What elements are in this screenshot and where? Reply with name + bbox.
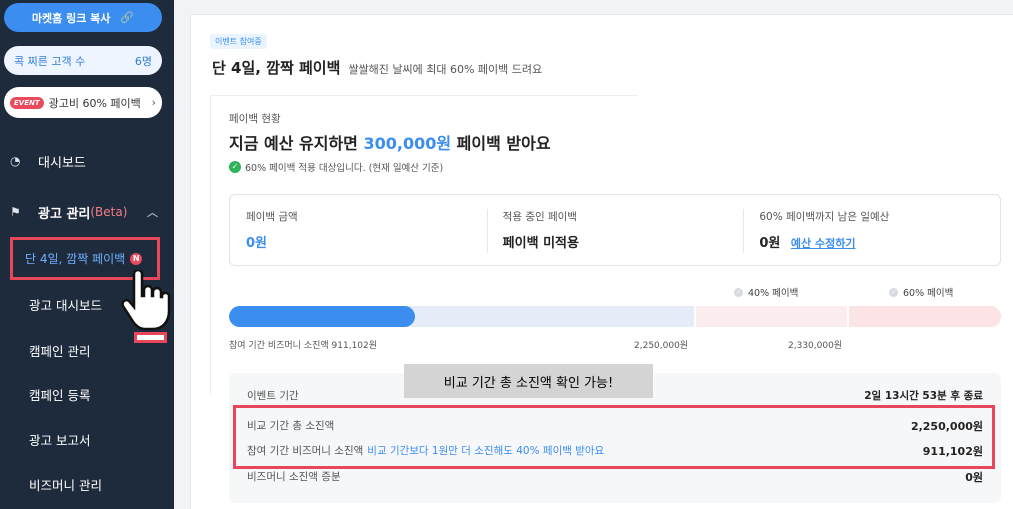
event-payback-button[interactable]: EVENT 광고비 60% 페이백 › xyxy=(4,87,162,118)
sidebar-item-dashboard[interactable]: ◔ 대시보드 xyxy=(0,150,174,172)
row-spend-increase: 비즈머니 소진액 증분 0원 xyxy=(247,469,983,485)
event-badge: EVENT xyxy=(10,96,44,109)
tier-40-label: ✓ 40% 페이백 xyxy=(734,285,798,299)
card-left-border xyxy=(210,95,211,395)
chevron-right-icon: › xyxy=(151,96,156,109)
link-icon: 🔗 xyxy=(120,11,135,24)
payback-headline: 지금 예산 유지하면 300,000원 페이백 받아요 xyxy=(229,130,551,154)
copy-market-link-button[interactable]: 마켓홈 링크 복사 🔗 xyxy=(4,3,162,32)
copy-link-label: 마켓홈 링크 복사 xyxy=(31,11,111,25)
ad-management-label: 광고 관리 xyxy=(38,206,91,222)
row-value: 0원 xyxy=(965,471,983,484)
highlight-box xyxy=(233,405,995,469)
headline-prefix: 지금 예산 유지하면 xyxy=(229,134,364,153)
campaign-management-label: 캠페인 관리 xyxy=(29,343,91,359)
cursor-highlight-bar xyxy=(134,332,167,343)
progress-segment-60 xyxy=(847,306,1001,327)
customers-label: 콕 찌른 고객 수 xyxy=(14,54,86,68)
payback-stats: 페이백 금액 0원 적용 중인 페이백 페이백 미적용 60% 페이백까지 남은… xyxy=(229,194,1001,266)
check-circle-icon: ✓ xyxy=(229,161,241,173)
sidebar-item-campaign-register[interactable]: 캠페인 등록 xyxy=(0,383,174,405)
check-circle-icon: ✓ xyxy=(734,287,743,297)
page-subtitle: 쌀쌀해진 날씨에 최대 60% 페이백 드려요 xyxy=(348,63,543,76)
divider xyxy=(174,0,184,509)
stat-applied-payback: 적용 중인 페이백 페이백 미적용 xyxy=(486,195,744,265)
progress-segment-base xyxy=(229,306,694,327)
stat-label: 적용 중인 페이백 xyxy=(502,211,577,223)
bizmoney-label: 비즈머니 관리 xyxy=(29,477,102,493)
eligibility-note: ✓ 60% 페이백 적용 대상입니다. (현재 일예산 기준) xyxy=(229,160,443,174)
card-top-border xyxy=(210,95,638,96)
payback-status-label: 페이백 현황 xyxy=(229,113,281,125)
progress-mark-60: 2,330,000원 xyxy=(788,341,843,351)
progress-segment-40 xyxy=(694,306,847,327)
stat-payback-amount: 페이백 금액 0원 xyxy=(230,195,487,265)
tier-40-text: 40% 페이백 xyxy=(748,288,799,299)
customers-count: 6명 xyxy=(134,54,152,68)
check-circle-icon: ✓ xyxy=(889,287,898,297)
row-value: 2일 13시간 53분 후 종료 xyxy=(864,390,983,402)
customers-count-button[interactable]: 콕 찌른 고객 수 6명 xyxy=(4,46,162,75)
campaign-register-label: 캠페인 등록 xyxy=(29,387,91,403)
ad-report-label: 광고 보고서 xyxy=(29,432,91,448)
event-status-tag: 이벤트 참여중 xyxy=(210,34,267,49)
event-label: 광고비 60% 페이백 xyxy=(48,96,141,110)
stat-remaining-budget: 60% 페이백까지 남은 일예산 0원 예산 수정하기 xyxy=(743,195,1000,265)
callout-tooltip: 비교 기간 총 소진액 확인 가능! xyxy=(404,364,653,398)
dashboard-label: 대시보드 xyxy=(38,155,86,171)
stat-label: 60% 페이백까지 남은 일예산 xyxy=(759,211,890,223)
ad-dashboard-label: 광고 대시보드 xyxy=(29,297,102,313)
chevron-up-icon: ︿ xyxy=(147,206,158,219)
flag-icon: ⚑ xyxy=(10,205,21,219)
beta-label: (Beta) xyxy=(90,205,128,219)
edit-budget-link[interactable]: 예산 수정하기 xyxy=(791,237,856,250)
title-text: 단 4일, 깜짝 페이백 xyxy=(212,59,341,77)
progress-mark-40: 2,250,000원 xyxy=(634,341,689,351)
headline-amount: 300,000원 xyxy=(363,134,452,153)
payback-progress-bar xyxy=(229,306,1001,327)
progress-fill xyxy=(229,306,415,327)
dashboard-icon: ◔ xyxy=(10,154,21,168)
tier-60-label: ✓ 60% 페이백 xyxy=(889,285,953,299)
sidebar-item-bizmoney[interactable]: 비즈머니 관리 xyxy=(0,473,174,495)
sidebar-item-ad-report[interactable]: 광고 보고서 xyxy=(0,428,174,450)
new-badge: N xyxy=(130,252,143,265)
progress-spend-label: 참여 기간 비즈머니 소진액 911,102원 xyxy=(229,341,378,351)
stat-value: 0원 xyxy=(246,236,268,251)
stat-value: 페이백 미적용 xyxy=(502,236,579,251)
tier-60-text: 60% 페이백 xyxy=(903,288,954,299)
stat-value-row: 0원 예산 수정하기 xyxy=(759,232,1000,251)
hand-cursor-icon xyxy=(121,270,171,331)
stat-value: 0원 xyxy=(759,236,781,251)
payback-event-label: 단 4일, 깜짝 페이백 xyxy=(25,252,126,266)
page-title: 단 4일, 깜짝 페이백 쌀쌀해진 날씨에 최대 60% 페이백 드려요 xyxy=(212,57,542,78)
headline-suffix: 페이백 받아요 xyxy=(451,134,551,153)
row-label: 이벤트 기간 xyxy=(247,390,299,402)
row-label: 비즈머니 소진액 증분 xyxy=(247,471,341,483)
stat-label: 페이백 금액 xyxy=(246,211,298,223)
sidebar-item-ad-management[interactable]: ⚑ 광고 관리 (Beta) ︿ xyxy=(0,201,174,223)
eligibility-text: 60% 페이백 적용 대상입니다. (현재 일예산 기준) xyxy=(245,163,444,174)
